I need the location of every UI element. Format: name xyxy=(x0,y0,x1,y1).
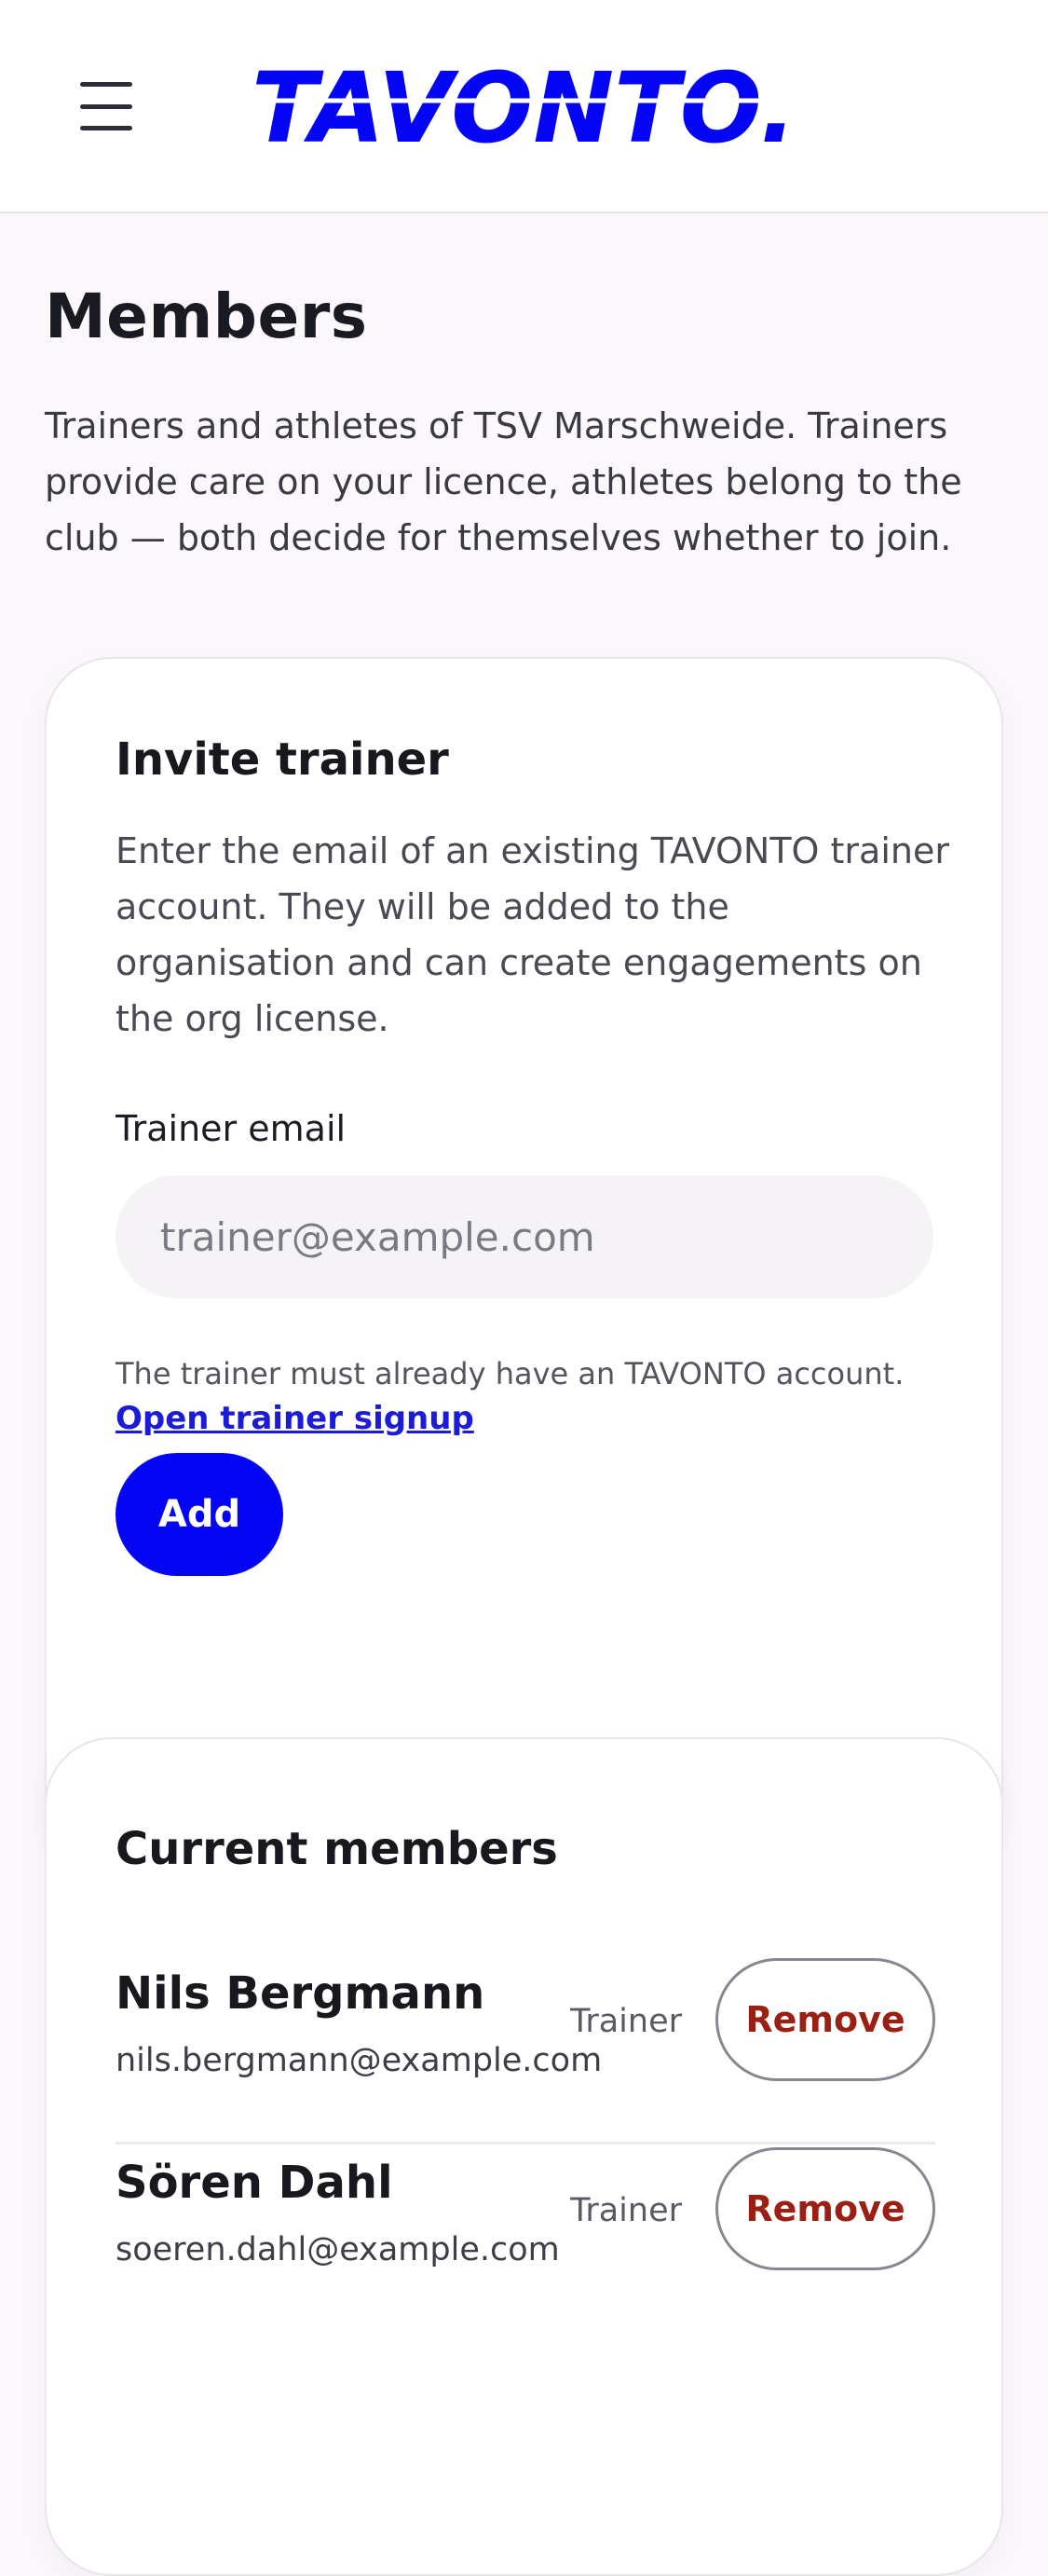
invite-card-description: Enter the email of an existing TAVONTO t… xyxy=(116,830,949,1039)
open-trainer-signup-link[interactable]: Open trainer signup xyxy=(116,1400,474,1437)
add-trainer-button[interactable]: Add xyxy=(116,1453,283,1576)
menu-bar xyxy=(80,103,132,109)
remove-member-button[interactable]: Remove xyxy=(715,1958,935,2081)
account-hint: The trainer must already have an TAVONTO… xyxy=(116,1356,905,1391)
member-row: Sören Dahl soeren.dahl@example.com Train… xyxy=(116,2147,935,2334)
hamburger-menu-icon[interactable] xyxy=(69,76,143,136)
app-header: TAVONTO. xyxy=(0,0,1048,213)
invite-trainer-card: Invite trainer Enter the email of an exi… xyxy=(45,657,1003,1859)
page-title: Members xyxy=(45,281,368,352)
page-description: Trainers and athletes of TSV Marschweide… xyxy=(45,405,962,558)
menu-bar xyxy=(80,126,132,130)
member-email: soeren.dahl@example.com xyxy=(116,2231,560,2268)
trainer-email-label: Trainer email xyxy=(116,1108,347,1149)
current-members-card: Current members Nils Bergmann nils.bergm… xyxy=(45,1737,1003,2576)
members-card-title: Current members xyxy=(116,1823,558,1875)
member-role: Trainer xyxy=(570,2003,682,2040)
member-row: Nils Bergmann nils.bergmann@example.com … xyxy=(116,1958,935,2144)
menu-bar xyxy=(80,82,132,87)
member-name: Sören Dahl xyxy=(116,2157,393,2209)
brand-logo[interactable]: TAVONTO. xyxy=(252,56,801,149)
invite-card-title: Invite trainer xyxy=(116,733,449,786)
member-name: Nils Bergmann xyxy=(116,1967,485,2020)
trainer-email-input[interactable] xyxy=(116,1175,933,1298)
remove-member-button[interactable]: Remove xyxy=(715,2147,935,2270)
member-role: Trainer xyxy=(570,2192,682,2229)
member-email: nils.bergmann@example.com xyxy=(116,2042,603,2079)
